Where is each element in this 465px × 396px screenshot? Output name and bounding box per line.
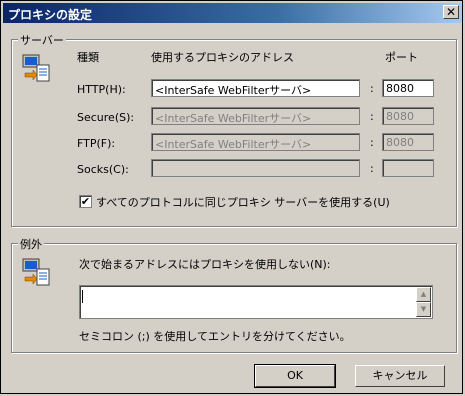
http-port-input[interactable]: 8080: [382, 79, 434, 97]
exceptions-hint: セミコロン (;) を使用してエントリを分けてください。: [79, 330, 351, 343]
secure-colon: :: [370, 110, 374, 123]
same-proxy-label[interactable]: すべてのプロトコルに同じプロキシ サーバーを使用する(U): [96, 194, 390, 210]
secure-address-input[interactable]: <InterSafe WebFilterサーバ>: [151, 107, 360, 125]
text-cursor: [82, 290, 83, 303]
close-button[interactable]: ✕: [443, 5, 459, 19]
ok-button[interactable]: OK: [254, 364, 336, 388]
exceptions-textarea[interactable]: ▲ ▼: [79, 285, 433, 319]
cancel-button[interactable]: キャンセル: [355, 365, 445, 387]
proxy-settings-dialog: プロキシの設定 ✕ サーバー 種類 使用するプロキシのアドレス ポート HTTP…: [0, 0, 463, 394]
scroll-up-icon[interactable]: ▲: [416, 287, 431, 302]
ftp-port-input[interactable]: 8080: [382, 133, 434, 151]
servers-computer-icon: [22, 54, 50, 82]
socks-label: Socks(C):: [77, 163, 129, 176]
ftp-address-input[interactable]: <InterSafe WebFilterサーバ>: [151, 133, 360, 151]
ftp-label: FTP(F):: [77, 137, 116, 150]
column-address-header: 使用するプロキシのアドレス: [151, 51, 294, 64]
secure-label: Secure(S):: [77, 111, 135, 124]
socks-address-input[interactable]: [151, 159, 360, 177]
column-port-header: ポート: [385, 51, 418, 64]
http-colon: :: [370, 82, 374, 95]
checkmark-icon: ✔: [80, 195, 91, 208]
socks-port-input[interactable]: [382, 159, 434, 177]
same-proxy-checkbox[interactable]: ✔: [79, 195, 92, 208]
close-icon: ✕: [445, 5, 457, 19]
exceptions-prompt: 次で始まるアドレスにはプロキシを使用しない(N):: [79, 258, 331, 271]
ftp-colon: :: [370, 136, 374, 149]
exceptions-scrollbar[interactable]: ▲ ▼: [415, 287, 431, 317]
servers-legend: サーバー: [18, 32, 66, 48]
secure-port-input[interactable]: 8080: [382, 107, 434, 125]
scroll-down-icon[interactable]: ▼: [416, 302, 431, 317]
exceptions-legend: 例外: [18, 236, 44, 252]
dialog-title: プロキシの設定: [8, 8, 93, 22]
socks-colon: :: [370, 162, 374, 175]
http-label: HTTP(H):: [77, 83, 126, 96]
title-bar: プロキシの設定 ✕: [3, 3, 462, 23]
http-address-input[interactable]: <InterSafe WebFilterサーバ>: [151, 79, 360, 97]
column-type-header: 種類: [77, 51, 99, 64]
exceptions-computer-icon: [22, 258, 50, 286]
